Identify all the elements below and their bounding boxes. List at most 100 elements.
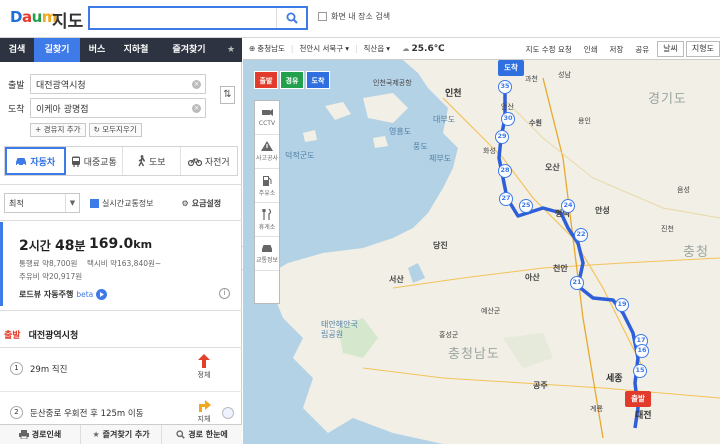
add-waypoint-button[interactable]: + 경유지 추가 — [30, 123, 86, 137]
share-link[interactable]: 공유 — [629, 44, 655, 55]
place-seosan[interactable]: 서산 — [389, 274, 404, 285]
roadview-autoplay[interactable]: 로드뷰 자동주행 beta — [19, 289, 108, 300]
weather-info[interactable]: ☁ 25.6℃ — [396, 44, 451, 54]
list-item[interactable]: 1 29m 직진 정체 — [0, 348, 242, 392]
place-gwacheon[interactable]: 과천 — [525, 74, 538, 84]
mode-transit[interactable]: 대중교통 — [66, 147, 123, 175]
search-in-view-checkbox[interactable] — [318, 12, 327, 21]
route-marker[interactable]: 16 — [635, 344, 649, 358]
tool-traffic-info[interactable]: 교통정보 — [255, 237, 279, 271]
swap-route-icon[interactable]: ⇅ — [220, 86, 235, 104]
tool-cctv[interactable]: CCTV — [255, 101, 279, 135]
search-button[interactable] — [276, 8, 306, 28]
destination-input[interactable]: 이케아 광명점 × — [30, 98, 206, 118]
place-incheon-airport[interactable]: 인천국제공항 — [373, 78, 412, 88]
region-level1[interactable]: ⊕ 충청남도 — [243, 43, 291, 54]
info-icon[interactable]: i — [219, 288, 230, 299]
tab-directions[interactable]: 길찾기 — [34, 38, 80, 62]
place-cheonan[interactable]: 천안 — [553, 263, 568, 274]
tab-favorites[interactable]: 즐겨찾기 — [158, 38, 220, 62]
route-marker[interactable]: 29 — [495, 130, 509, 144]
region-level2[interactable]: 천안시 서북구 ▾ — [293, 43, 355, 54]
route-marker[interactable]: 30 — [501, 112, 515, 126]
origin-pin[interactable]: 출발 — [625, 391, 651, 407]
toll-fee: 통행료 약8,700원 — [19, 259, 78, 268]
roadview-icon[interactable] — [222, 407, 234, 419]
chevron-down-icon: ▾ — [386, 44, 390, 53]
tool-accident[interactable]: 사고공사 — [255, 135, 279, 169]
place-hongseong[interactable]: 홍성군 — [439, 330, 458, 340]
place-chungbuk: 충청 — [683, 245, 709, 260]
place-suwon[interactable]: 수원 — [529, 118, 542, 128]
search-in-view-option[interactable]: 화면 내 장소 검색 — [318, 11, 390, 22]
mode-car[interactable]: 자동차 — [5, 147, 66, 175]
place-asan[interactable]: 아산 — [525, 272, 540, 283]
route-marker[interactable]: 28 — [498, 164, 512, 178]
place-gongju[interactable]: 공주 — [533, 380, 548, 391]
place-jincheon[interactable]: 진천 — [661, 224, 674, 234]
star-icon: ★ — [92, 430, 100, 439]
route-marker[interactable]: 27 — [499, 192, 513, 206]
map-title[interactable]: 지도 — [52, 7, 83, 32]
mode-bicycle[interactable]: 자전거 — [181, 147, 238, 175]
route-marker[interactable]: 24 — [561, 199, 575, 213]
route-marker[interactable]: 25 — [519, 199, 533, 213]
place-osan[interactable]: 오산 — [545, 162, 560, 173]
route-marker[interactable]: 21 — [570, 276, 584, 290]
place-taean-park: 태안해안국립공원 — [321, 320, 358, 339]
place-yongin[interactable]: 용인 — [578, 116, 591, 126]
edit-map-request-link[interactable]: 지도 수정 요청 — [520, 44, 578, 55]
search-input[interactable] — [90, 8, 276, 28]
fee-settings-button[interactable]: ⚙ 요금설정 — [182, 198, 222, 209]
place-dangjin[interactable]: 당진 — [433, 240, 448, 251]
place-daejeon[interactable]: 대전 — [635, 408, 652, 421]
destination-pin[interactable]: 도착 — [498, 60, 524, 76]
add-favorite-button[interactable]: ★ 즐겨찾기 추가 — [81, 425, 162, 444]
route-options: 최적 ▼ 실시간교통정보 ⚙ 요금설정 — [4, 192, 238, 214]
tab-star[interactable]: ★ — [220, 38, 242, 62]
route-summary[interactable]: 2시간 48분 169.0km 통행료 약8,700원 택시비 약163,840… — [0, 222, 242, 306]
clear-all-button[interactable]: ↻ 모두지우기 — [88, 123, 142, 137]
save-link[interactable]: 저장 — [604, 44, 630, 55]
daum-logo[interactable]: Daum — [10, 8, 57, 26]
origin-clear-icon[interactable]: × — [192, 80, 201, 89]
realtime-traffic-checkbox[interactable] — [90, 198, 99, 208]
mode-walk[interactable]: 도보 — [123, 147, 181, 175]
place-seongnam[interactable]: 성남 — [558, 70, 571, 80]
tab-bus[interactable]: 버스 — [80, 38, 114, 62]
origin-label: 출발 — [8, 80, 25, 91]
waypoint-flag[interactable]: 경유 — [280, 71, 304, 89]
destination-clear-icon[interactable]: × — [192, 104, 201, 113]
place-gyeryong[interactable]: 계룡 — [590, 404, 603, 414]
destination-flag[interactable]: 도착 — [306, 71, 330, 89]
print-link[interactable]: 인쇄 — [578, 44, 604, 55]
print-route-button[interactable]: 경로인쇄 — [0, 425, 81, 444]
route-overview-button[interactable]: 경로 한눈에 — [162, 425, 242, 444]
route-marker[interactable]: 15 — [633, 364, 647, 378]
route-marker[interactable]: 19 — [615, 298, 629, 312]
play-icon[interactable] — [96, 289, 108, 300]
route-marker[interactable]: 22 — [574, 228, 588, 242]
tool-gas-station[interactable]: 주유소 — [255, 169, 279, 203]
region-level3[interactable]: 직산읍 ▾ — [358, 43, 396, 54]
terrain-toggle-button[interactable]: 지형도 — [685, 41, 720, 57]
place-hwaseong[interactable]: 화성 — [483, 146, 496, 156]
route-marker[interactable]: 35 — [498, 80, 512, 94]
place-sejong[interactable]: 세종 — [606, 371, 623, 384]
tab-subway[interactable]: 지하철 — [114, 38, 158, 62]
realtime-traffic-option[interactable]: 실시간교통정보 — [90, 198, 154, 209]
place-yesan[interactable]: 예산군 — [481, 306, 500, 316]
place-anseong[interactable]: 안성 — [595, 205, 610, 216]
map-view[interactable]: 인천 인천국제공항 경기도 충청남도 충청 수원 오산 안성 평택 천안 아산 … — [243, 38, 720, 444]
tool-rest-area[interactable]: 휴게소 — [255, 203, 279, 237]
weather-toggle-button[interactable]: 날씨 — [657, 41, 684, 57]
route-type-select[interactable]: 최적 ▼ — [4, 193, 80, 213]
tab-search[interactable]: 검색 — [0, 38, 34, 62]
place-eumseong[interactable]: 음성 — [677, 185, 690, 195]
start-flag[interactable]: 출발 — [254, 71, 278, 89]
destination-label: 도착 — [8, 104, 25, 115]
place-ansan[interactable]: 안산 — [501, 102, 514, 112]
start-point-row[interactable]: 출발 대전광역시청 — [0, 322, 242, 348]
origin-input[interactable]: 대전광역시청 × — [30, 74, 206, 94]
place-incheon[interactable]: 인천 — [445, 86, 462, 99]
